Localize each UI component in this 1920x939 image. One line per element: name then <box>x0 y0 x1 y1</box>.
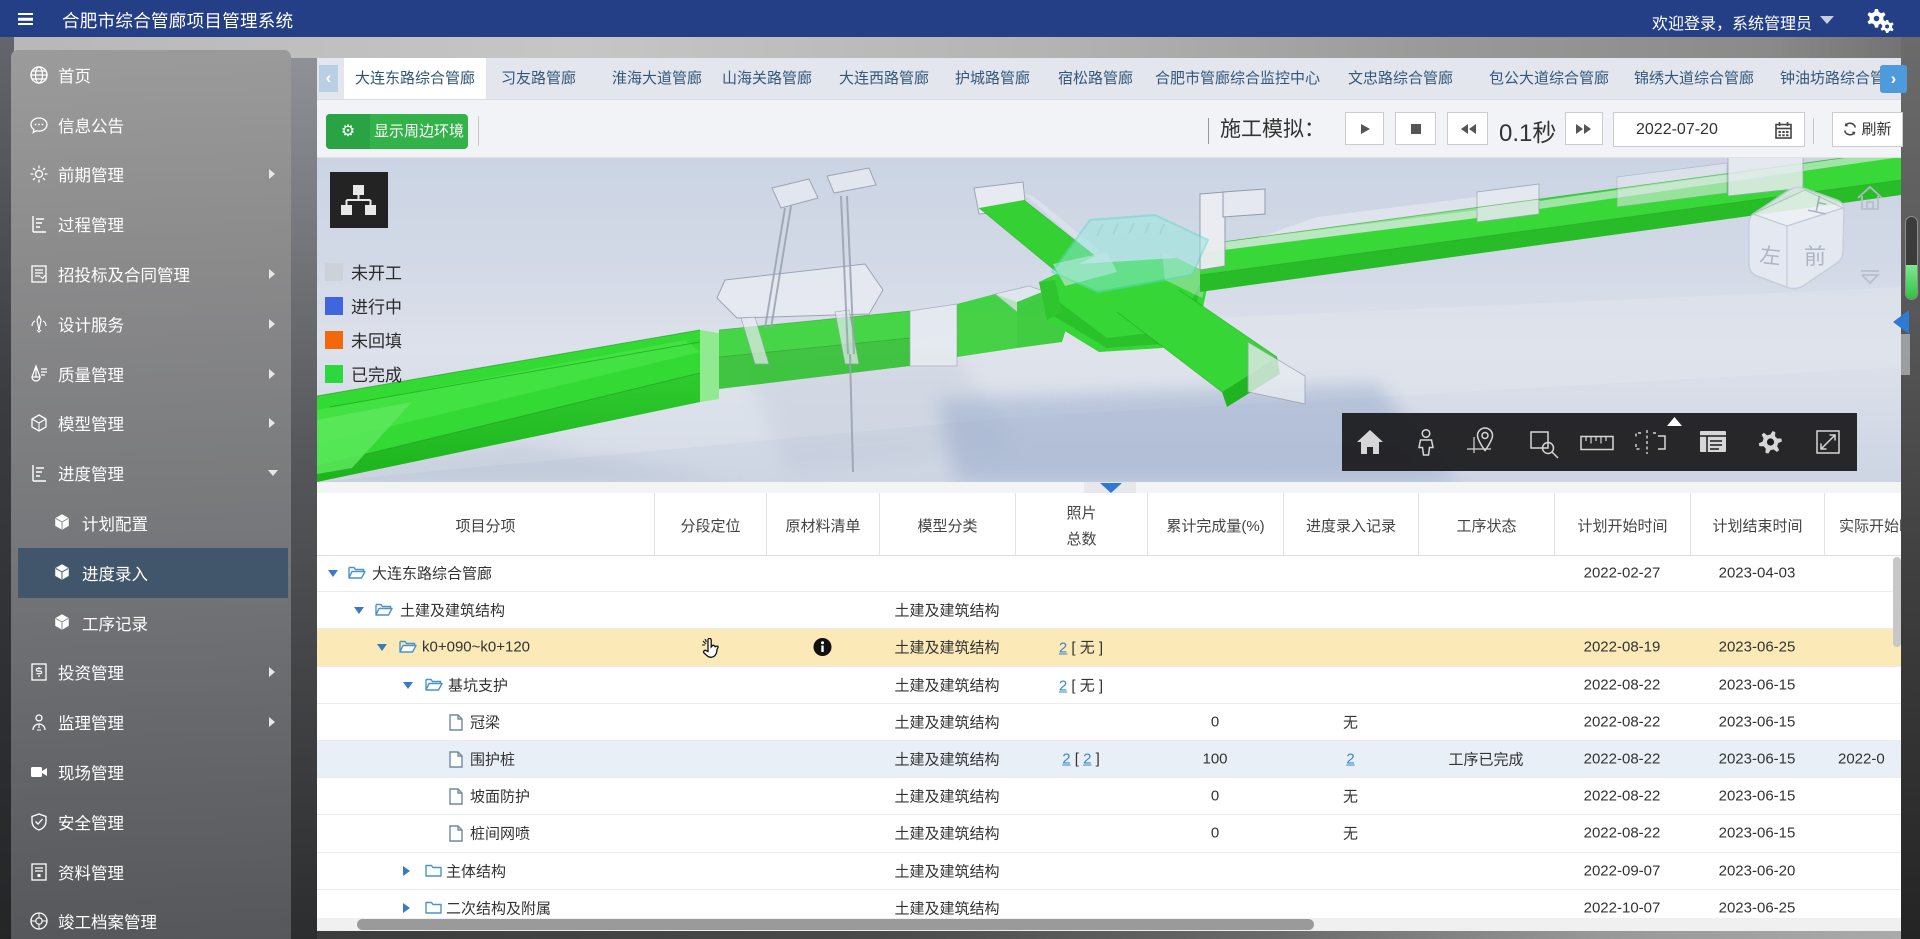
svg-text:未回填: 未回填 <box>351 332 402 351</box>
svg-text:左: 左 <box>1758 244 1781 269</box>
svg-text:前: 前 <box>1804 244 1826 269</box>
svg-text:已完成: 已完成 <box>351 366 402 385</box>
svg-text:进行中: 进行中 <box>351 298 402 317</box>
svg-text:未开工: 未开工 <box>351 264 402 283</box>
